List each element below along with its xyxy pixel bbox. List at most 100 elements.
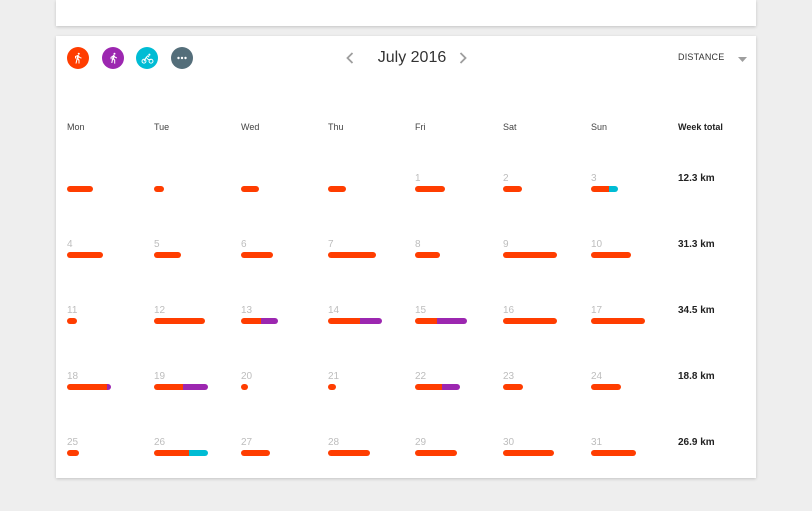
walk-filter-button[interactable] [67, 47, 89, 69]
day-activity-bar[interactable] [503, 252, 557, 258]
run-segment [261, 318, 278, 324]
day-activity-bar[interactable] [241, 186, 259, 192]
day-activity-bar[interactable] [503, 450, 554, 456]
cycle-filter-button[interactable] [136, 47, 158, 69]
day-activity-bar[interactable] [241, 318, 278, 324]
walk-segment [154, 450, 189, 456]
day-activity-bar[interactable] [241, 252, 273, 258]
walk-segment [591, 450, 636, 456]
day-activity-bar[interactable] [415, 318, 467, 324]
week-total-value: 12.3 km [678, 173, 715, 184]
day-number: 13 [241, 305, 253, 316]
day-activity-bar[interactable] [154, 450, 208, 456]
previous-month-button[interactable] [340, 48, 360, 68]
day-activity-bar[interactable] [591, 252, 631, 258]
day-number: 27 [241, 437, 253, 448]
day-number: 3 [591, 173, 597, 184]
day-number: 28 [328, 437, 340, 448]
day-number: 1 [415, 173, 421, 184]
day-number: 5 [154, 239, 160, 250]
metric-dropdown-label: DISTANCE [678, 52, 725, 62]
walk-segment [67, 252, 103, 258]
walk-segment [241, 252, 273, 258]
day-number: 17 [591, 305, 603, 316]
day-number: 22 [415, 371, 427, 382]
day-activity-bar[interactable] [591, 186, 618, 192]
day-activity-bar[interactable] [241, 450, 270, 456]
day-header-sun: Sun [591, 122, 608, 132]
day-activity-bar[interactable] [154, 252, 181, 258]
walk-segment [241, 186, 259, 192]
day-header-sat: Sat [503, 122, 517, 132]
day-header-wed: Wed [241, 122, 260, 132]
walk-segment [591, 252, 631, 258]
run-icon [110, 52, 117, 64]
walk-segment [67, 186, 93, 192]
day-activity-bar[interactable] [67, 318, 77, 324]
walk-segment [415, 450, 457, 456]
day-activity-bar[interactable] [67, 384, 111, 390]
day-activity-bar[interactable] [328, 384, 336, 390]
day-activity-bar[interactable] [154, 186, 164, 192]
walk-icon [75, 52, 82, 64]
day-number: 4 [67, 239, 73, 250]
day-activity-bar[interactable] [415, 450, 457, 456]
walk-segment [415, 318, 437, 324]
walk-segment [154, 186, 164, 192]
day-activity-bar[interactable] [328, 186, 346, 192]
day-activity-bar[interactable] [154, 318, 205, 324]
day-activity-bar[interactable] [67, 252, 103, 258]
walk-segment [328, 318, 360, 324]
month-title: July 2016 [377, 49, 447, 66]
day-activity-bar[interactable] [67, 186, 93, 192]
day-number: 7 [328, 239, 334, 250]
week-total-value: 31.3 km [678, 239, 715, 250]
walk-segment [67, 450, 79, 456]
activity-calendar-card: July 2016 DISTANCE Mon Tue Wed Thu Fri Sat Sun… [56, 36, 756, 478]
day-header-thu: Thu [328, 122, 344, 132]
walk-segment [503, 318, 557, 324]
walk-segment [67, 384, 107, 390]
day-activity-bar[interactable] [67, 450, 79, 456]
day-number: 10 [591, 239, 603, 250]
day-activity-bar[interactable] [591, 384, 621, 390]
walk-segment [503, 384, 523, 390]
day-activity-bar[interactable] [241, 384, 248, 390]
cycle-segment [609, 186, 618, 192]
day-activity-bar[interactable] [591, 450, 636, 456]
cycle-icon [141, 53, 153, 64]
walk-segment [415, 186, 445, 192]
day-activity-bar[interactable] [328, 450, 370, 456]
run-segment [442, 384, 460, 390]
day-number: 29 [415, 437, 427, 448]
day-activity-bar[interactable] [503, 318, 557, 324]
day-activity-bar[interactable] [503, 384, 523, 390]
day-activity-bar[interactable] [503, 186, 522, 192]
walk-segment [591, 186, 609, 192]
walk-segment [241, 450, 270, 456]
day-number: 23 [503, 371, 515, 382]
day-activity-bar[interactable] [415, 186, 445, 192]
day-activity-bar[interactable] [415, 384, 460, 390]
metric-dropdown[interactable]: DISTANCE [666, 50, 750, 66]
day-number: 20 [241, 371, 253, 382]
caret-down-icon [738, 57, 747, 62]
walk-segment [154, 252, 181, 258]
week-total-value: 18.8 km [678, 371, 715, 382]
day-number: 8 [415, 239, 421, 250]
day-header-fri: Fri [415, 122, 426, 132]
day-number: 6 [241, 239, 247, 250]
day-number: 19 [154, 371, 166, 382]
walk-segment [503, 252, 557, 258]
next-month-button[interactable] [453, 48, 473, 68]
run-filter-button[interactable] [102, 47, 124, 69]
day-activity-bar[interactable] [415, 252, 440, 258]
more-activities-button[interactable] [171, 47, 193, 69]
more-icon [177, 56, 187, 60]
day-activity-bar[interactable] [154, 384, 208, 390]
day-activity-bar[interactable] [591, 318, 645, 324]
day-number: 21 [328, 371, 340, 382]
day-activity-bar[interactable] [328, 252, 376, 258]
day-number: 12 [154, 305, 166, 316]
day-activity-bar[interactable] [328, 318, 382, 324]
